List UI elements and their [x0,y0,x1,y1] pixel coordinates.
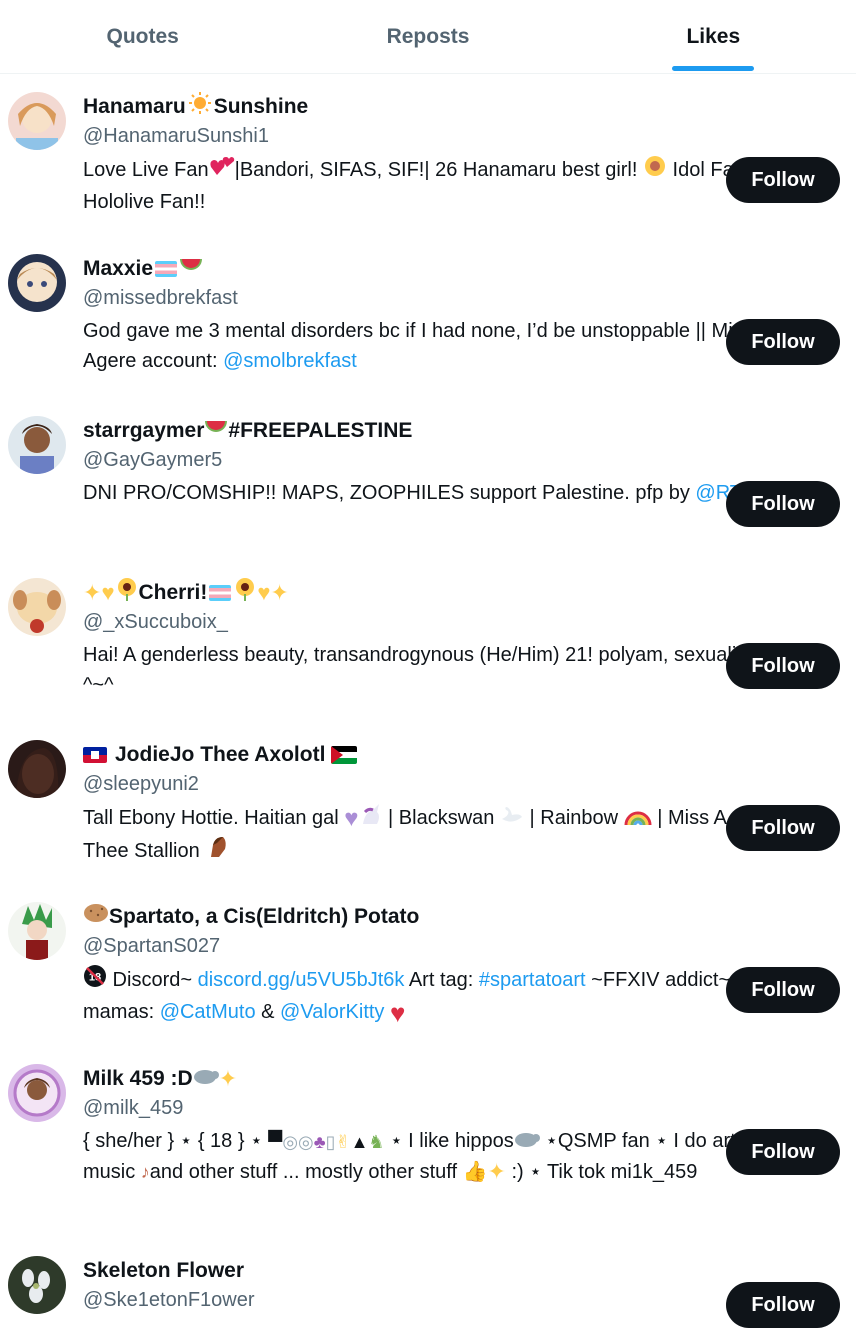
tab-quotes[interactable]: Quotes [0,0,285,73]
user-list: Hanamaru Sunshine @HanamaruSunshi1 Love … [0,74,856,1338]
user-bio: God gave me 3 mental disorders bc if I h… [83,320,814,372]
follow-button[interactable]: Follow [726,1282,840,1328]
eagle-emoji-icon: ▲ [350,1131,369,1152]
tab-reposts-label: Reposts [386,24,470,48]
user-bio: Love Live Fan |Bandori, SIFAS, SIF!| 26 H… [83,154,831,217]
tab-bar: Quotes Reposts Likes [0,0,856,74]
hashtag-link[interactable]: #spartatoart [479,969,586,991]
user-cell[interactable]: Spartato, a Cis(Eldritch) Potato @Sparta… [0,884,856,1046]
user-cell[interactable]: JodieJo Thee Axolotl @sleepyuni2 Tall Eb… [0,722,856,884]
user-bio: 18 Discord~ discord.gg/u5VU5bJt6k Art ta… [83,964,831,1028]
follow-button[interactable]: Follow [726,643,840,689]
tab-reposts[interactable]: Reposts [285,0,570,73]
follow-button[interactable]: Follow [726,805,840,851]
user-handle: @SpartanS027 [83,935,221,957]
avatar[interactable] [8,1256,66,1314]
user-handle: @sleepyuni2 [83,773,199,795]
avatar[interactable] [8,902,66,960]
avatar[interactable] [8,578,66,636]
red-heart-icon: ♥ [390,997,406,1028]
user-cell[interactable]: Skeleton Flower @Ske1etonF1ower Follow [0,1238,856,1338]
yellow-heart-icon: ♥ [257,580,271,605]
follow-button[interactable]: Follow [726,319,840,365]
sparkles-emoji-icon: ✦ [83,580,102,605]
palestine-flag-icon [331,746,358,764]
user-handle: @milk_459 [83,1097,184,1119]
sunflower-emoji-icon [233,577,257,609]
follow-button[interactable]: Follow [726,481,840,527]
user-handle: @HanamaruSunshi1 [83,125,269,147]
user-name[interactable]: Spartato, a Cis(Eldritch) Potato [83,902,840,932]
swan-emoji-icon [500,803,524,834]
purple-heart-icon: ♥ [344,804,359,832]
avatar[interactable] [8,416,66,474]
mention-link[interactable]: @CatMuto [160,1001,256,1023]
violin-emoji-icon: ♪ [140,1162,150,1183]
hippo-emoji-icon [514,1127,540,1157]
trans-flag-icon [155,261,178,277]
sparkles-emoji-icon: ✦ [270,580,289,605]
potato-emoji-icon [83,902,109,932]
user-name[interactable]: starrgaymer #FREEPALESTINE [83,416,840,446]
follow-button[interactable]: Follow [726,157,840,203]
user-bio: Hai! A genderless beauty, transandrogyno… [83,644,825,696]
sparkles-emoji-icon: ✦ [218,1066,238,1091]
avatar[interactable] [8,740,66,798]
dinosaur-emoji-icon: ♞ [368,1131,385,1152]
goggles-emoji-icon: ◎◎ [282,1131,314,1152]
avatar[interactable] [8,1064,66,1122]
user-name[interactable]: ✦ ♥ Cherri! ♥ ✦ [83,578,840,608]
rainbow-emoji-icon [624,804,652,834]
tab-likes-label: Likes [686,24,741,48]
mention-link[interactable]: @smolbrekfast [223,350,357,372]
avatar[interactable] [8,92,66,150]
avatar[interactable] [8,254,66,312]
user-bio: { she/her } ⋆ { 18 } ⋆ ▀◎◎♣▯✌▲♞ ⋆ I like… [83,1126,831,1187]
user-name[interactable]: Hanamaru Sunshine [83,92,840,122]
mention-link[interactable]: @ValorKitty [280,1001,384,1023]
hearts-emoji-icon [209,155,235,186]
toilet-paper-emoji-icon: ▯ [325,1131,336,1152]
follow-button[interactable]: Follow [726,1129,840,1175]
sparkles-emoji-icon: ✦ [487,1159,506,1185]
user-cell[interactable]: ✦ ♥ Cherri! ♥ ✦ @_xSuccuboix_ Hai! A gen… [0,560,856,722]
yellow-heart-icon: ♥ [101,580,115,605]
unicorn-emoji-icon [359,802,383,835]
user-cell[interactable]: starrgaymer #FREEPALESTINE @GayGaymer5 D… [0,398,856,560]
no-one-under-18-icon: 18 [83,964,107,997]
watermelon-emoji-icon [204,417,228,445]
hippo-emoji-icon [193,1065,219,1093]
user-name[interactable]: JodieJo Thee Axolotl [83,740,840,770]
joker-emoji-icon: ♣ [313,1131,326,1152]
trans-flag-icon [209,585,232,601]
sun-emoji-icon [188,91,212,123]
sunflower-emoji-icon [643,154,667,187]
tab-quotes-label: Quotes [106,24,179,48]
follow-button[interactable]: Follow [726,967,840,1013]
website-link[interactable]: discord.gg/u5VU5bJt6k [198,969,405,991]
thumbs-up-emoji-icon: 👍 [462,1161,488,1184]
user-name[interactable]: Milk 459 :D ✦ [83,1064,840,1094]
tab-likes[interactable]: Likes [571,0,856,73]
user-name[interactable]: Skeleton Flower [83,1256,840,1286]
user-cell[interactable]: Milk 459 :D ✦ @milk_459 { she/her } ⋆ { … [0,1046,856,1238]
tab-active-indicator [672,66,755,71]
user-bio: DNI PRO/COMSHIP!! MAPS, ZOOPHILES suppor… [83,478,831,508]
user-handle: @_xSuccuboix_ [83,611,228,633]
horse-face-emoji-icon [205,835,229,868]
top-hat-emoji-icon: ▀ [268,1130,283,1153]
user-handle: @missedbrekfast [83,287,238,309]
user-name[interactable]: Maxxie [83,254,840,284]
user-bio: Tall Ebony Hottie. Haitian gal ♥ | Black… [83,802,831,868]
user-cell[interactable]: Maxxie @missedbrekfast God gave me 3 men… [0,236,856,398]
rock-hand-emoji-icon: ✌ [335,1131,351,1152]
sunflower-emoji-icon [115,577,139,609]
watermelon-emoji-icon [179,255,203,283]
user-handle: @GayGaymer5 [83,449,223,471]
haiti-flag-icon [83,747,107,763]
user-cell[interactable]: Hanamaru Sunshine @HanamaruSunshi1 Love … [0,74,856,236]
